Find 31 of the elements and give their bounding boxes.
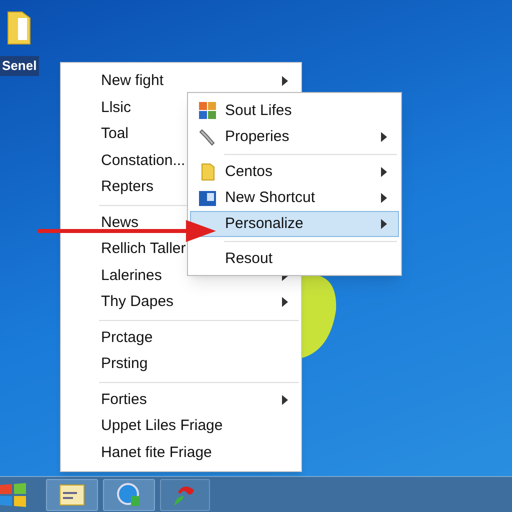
menu-item[interactable]: Prctage <box>61 324 301 351</box>
menu-item[interactable]: Prsting <box>61 351 301 378</box>
submenu-arrow-icon <box>380 132 388 142</box>
taskbar-button[interactable] <box>103 478 155 510</box>
submenu-arrow-icon <box>281 297 289 308</box>
start-button-icon[interactable] <box>0 480 28 508</box>
submenu-arrow-icon <box>281 76 289 86</box>
menu-item[interactable]: New Shortcut <box>190 185 399 211</box>
menu-item[interactable]: Hanet fite Friage <box>61 440 301 466</box>
tiles-icon <box>199 102 217 120</box>
menu-item[interactable]: Thy Dapes <box>61 289 301 316</box>
menu-item[interactable]: Personalize <box>190 211 399 237</box>
menu-item[interactable]: Uppet Liles Friage <box>61 413 301 440</box>
taskbar-button[interactable] <box>46 478 98 510</box>
wrench-icon <box>199 128 217 146</box>
globe-icon <box>116 482 142 508</box>
menu-item[interactable]: Forties <box>61 386 301 413</box>
folder-icon <box>201 163 215 181</box>
submenu-arrow-icon <box>380 219 388 229</box>
menu-item[interactable]: New fight <box>61 68 301 94</box>
menu-item[interactable]: Centos <box>190 159 399 185</box>
menu-item[interactable]: Resout <box>190 246 399 272</box>
desktop-icon-label[interactable]: Senel <box>0 56 39 76</box>
shortcut-icon <box>199 189 217 207</box>
menu-item[interactable]: Properies <box>190 124 399 150</box>
folder-icon[interactable] <box>6 10 32 46</box>
submenu-arrow-icon <box>380 167 388 177</box>
menu-item[interactable]: Sout Lifes <box>190 98 399 124</box>
notepad-icon <box>59 484 85 506</box>
submenu-arrow-icon <box>380 193 388 203</box>
submenu-arrow-icon <box>281 394 289 405</box>
